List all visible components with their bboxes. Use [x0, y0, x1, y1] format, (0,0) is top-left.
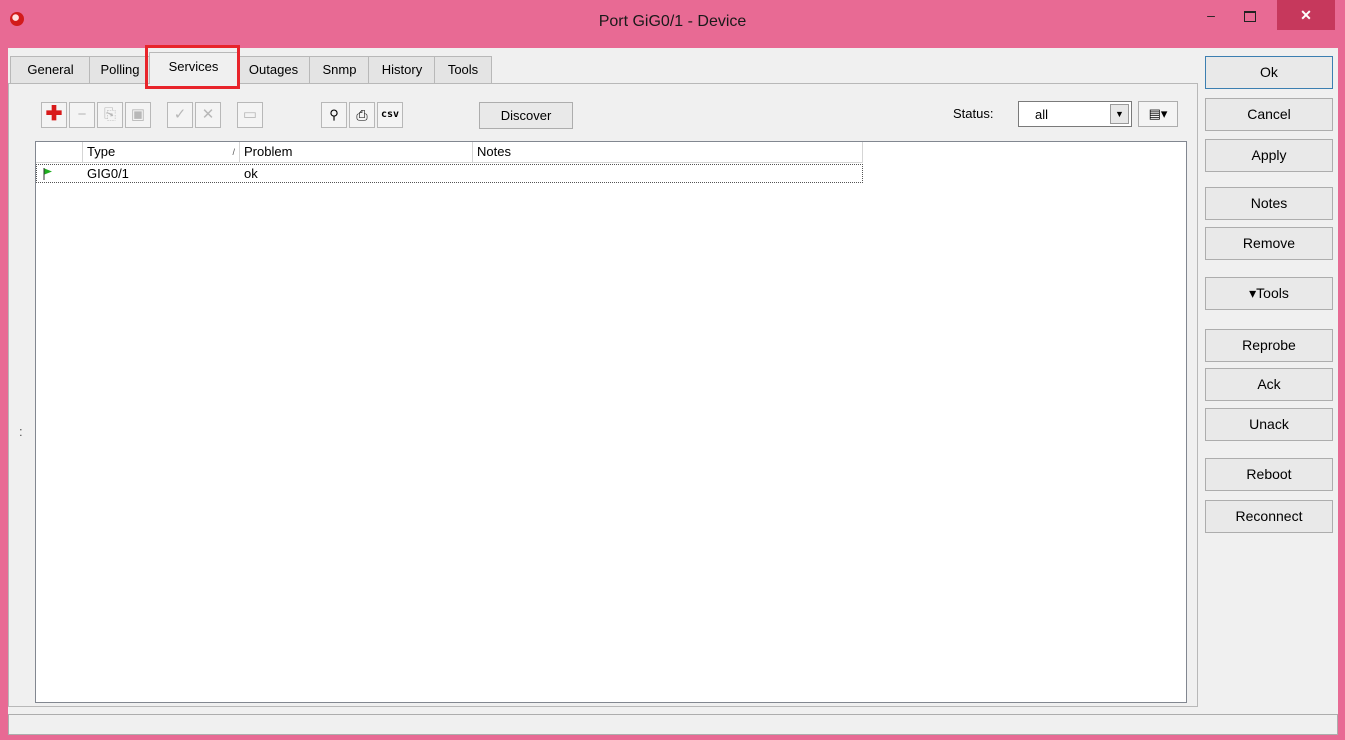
cell-notes — [473, 165, 862, 182]
columns-menu-button[interactable]: ▤▾ — [1138, 101, 1178, 127]
tab-snmp[interactable]: Snmp — [309, 56, 370, 83]
maximize-button[interactable] — [1228, 0, 1272, 30]
notes-button[interactable]: Notes — [1205, 187, 1333, 220]
reboot-button[interactable]: Reboot — [1205, 458, 1333, 491]
services-panel: ✚ − ⎘ ▣ ✓ ✕ ▭ ⚲ ⎙ csv Discover Status: a… — [8, 83, 1198, 707]
status-label: Status: — [953, 106, 994, 121]
tab-general[interactable]: General — [10, 56, 91, 83]
discover-button[interactable]: Discover — [479, 102, 573, 129]
status-bar — [8, 714, 1338, 735]
maximize-icon — [1244, 11, 1256, 22]
table-row[interactable]: GIG0/1 ok — [36, 164, 863, 183]
status-flag-icon — [43, 168, 52, 180]
column-header-problem[interactable]: Problem — [240, 142, 473, 163]
title-bar[interactable]: Port GiG0/1 - Device – ✕ — [0, 0, 1345, 48]
find-icon[interactable]: ⚲ — [321, 102, 347, 128]
column-header-notes[interactable]: Notes — [473, 142, 863, 163]
ok-button[interactable]: Ok — [1205, 56, 1333, 89]
reprobe-button[interactable]: Reprobe — [1205, 329, 1333, 362]
enable-icon[interactable]: ✓ — [167, 102, 193, 128]
device-window: Port GiG0/1 - Device – ✕ General Polling… — [0, 0, 1345, 740]
tab-history[interactable]: History — [368, 56, 436, 83]
services-table: Type / Problem Notes GIG0/1 ok — [35, 141, 1187, 703]
tools-menu-button[interactable]: ▾Tools — [1205, 277, 1333, 310]
tab-polling[interactable]: Polling — [89, 56, 151, 83]
csv-icon[interactable]: csv — [377, 102, 403, 128]
dialog-body: General Polling Services Outages Snmp Hi… — [8, 45, 1338, 735]
unack-button[interactable]: Unack — [1205, 408, 1333, 441]
minimize-button[interactable]: – — [1194, 0, 1228, 30]
window-title: Port GiG0/1 - Device — [598, 13, 747, 30]
status-dropdown[interactable]: all ▼ — [1018, 101, 1132, 127]
apply-button[interactable]: Apply — [1205, 139, 1333, 172]
status-value: all — [1035, 107, 1049, 122]
remove-icon[interactable]: − — [69, 102, 95, 128]
disable-icon[interactable]: ✕ — [195, 102, 221, 128]
add-icon[interactable]: ✚ — [41, 102, 67, 128]
column-header-type[interactable]: Type / — [83, 142, 240, 163]
tab-services[interactable]: Services — [149, 52, 238, 84]
chevron-down-icon[interactable]: ▼ — [1110, 104, 1129, 124]
cell-problem: ok — [244, 166, 258, 181]
table-header: Type / Problem Notes — [36, 142, 1186, 164]
cancel-button[interactable]: Cancel — [1205, 98, 1333, 131]
splitter-handle[interactable]: : — [19, 424, 23, 439]
print-icon[interactable]: ⎙ — [349, 102, 375, 128]
close-button[interactable]: ✕ — [1277, 0, 1335, 30]
copy-icon[interactable]: ⎘ — [97, 102, 123, 128]
tab-tools[interactable]: Tools — [434, 56, 492, 83]
comment-icon[interactable]: ▭ — [237, 102, 263, 128]
paste-icon[interactable]: ▣ — [125, 102, 151, 128]
sort-indicator-icon: / — [232, 147, 235, 157]
tab-outages[interactable]: Outages — [236, 56, 311, 83]
remove-button[interactable]: Remove — [1205, 227, 1333, 260]
reconnect-button[interactable]: Reconnect — [1205, 500, 1333, 533]
header-flag[interactable] — [36, 142, 83, 163]
ack-button[interactable]: Ack — [1205, 368, 1333, 401]
column-label-type: Type — [87, 144, 116, 159]
cell-type: GIG0/1 — [87, 166, 129, 181]
